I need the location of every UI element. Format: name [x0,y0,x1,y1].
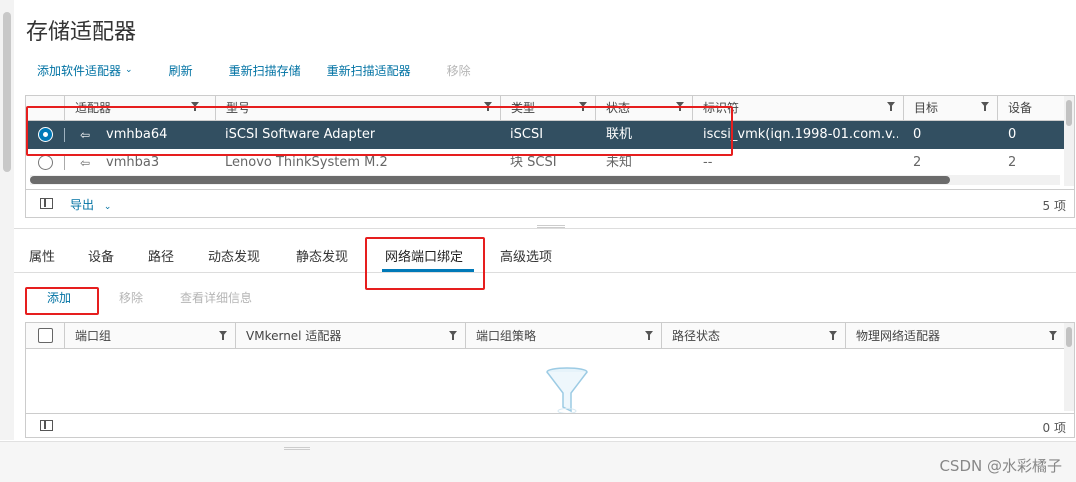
column-header-targets[interactable]: 目标 [903,96,997,121]
horizontal-scrollbar[interactable] [30,175,1060,185]
tabs-divider [14,272,1076,273]
item-count: 5 项 [1042,199,1066,213]
vertical-scrollbar[interactable] [1064,323,1074,411]
annotation-highlight-port-binding-tab [365,237,485,290]
devices-cell: 0 [1008,127,1017,142]
filter-icon[interactable] [981,102,989,112]
chevron-down-icon: ⌄ [103,202,112,212]
export-button[interactable]: 导出 ⌄ [70,196,111,213]
adapters-grid-footer: 导出 ⌄ 5 项 [26,189,1074,217]
filter-icon[interactable] [219,331,227,341]
column-header-port-group-policy[interactable]: 端口组策略 [465,323,661,349]
bottom-panel [0,441,1076,482]
toolbar: 添加软件适配器 ⌄ 刷新 重新扫描存储 重新扫描适配器 移除 [37,61,471,79]
column-header-vmkernel-adapter[interactable]: VMkernel 适配器 [235,323,465,349]
port-binding-grid-header: 端口组 VMkernel 适配器 端口组策略 路径状态 物理网络适配器 [26,323,1074,349]
divider [14,228,1076,229]
chevron-down-icon: ⌄ [125,65,133,75]
column-header-path-status[interactable]: 路径状态 [661,323,845,349]
tab-dynamic-discovery[interactable]: 动态发现 [208,246,260,265]
column-header-physical-adapter[interactable]: 物理网络适配器 [845,323,1065,349]
item-count: 0 项 [1042,421,1066,435]
tab-devices[interactable]: 设备 [88,246,114,265]
vertical-scrollbar-thumb[interactable] [1066,100,1072,126]
vertical-scrollbar-thumb[interactable] [1066,327,1072,347]
tab-advanced-options[interactable]: 高级选项 [500,246,552,265]
view-details-button[interactable]: 查看详细信息 [180,289,252,306]
filter-icon[interactable] [449,331,457,341]
column-toggle-icon[interactable] [40,198,53,209]
page-scrollbar-thumb[interactable] [3,12,11,172]
column-header-port-group[interactable]: 端口组 [64,323,235,349]
panel-resize-handle[interactable] [284,447,310,450]
select-all-checkbox[interactable] [38,328,53,343]
filter-icon[interactable] [829,331,837,341]
add-software-adapter-button[interactable]: 添加软件适配器 [37,62,121,79]
refresh-button[interactable]: 刷新 [169,62,193,79]
annotation-highlight-adapter-row [26,106,733,156]
horizontal-scrollbar-thumb[interactable] [30,176,950,184]
remove-button[interactable]: 移除 [447,62,471,79]
rescan-adapter-button[interactable]: 重新扫描适配器 [327,62,411,79]
targets-cell: 2 [913,155,922,170]
filter-icon[interactable] [645,331,653,341]
port-binding-grid-footer: 0 项 [26,413,1074,437]
page-scrollbar[interactable] [0,0,14,440]
column-divider [64,156,65,170]
devices-cell: 2 [1008,155,1017,170]
watermark: CSDN @水彩橘子 [939,457,1062,475]
page-title: 存储适配器 [26,20,137,45]
row-radio[interactable] [38,155,53,170]
tab-properties[interactable]: 属性 [29,246,55,265]
tab-static-discovery[interactable]: 静态发现 [296,246,348,265]
tab-paths[interactable]: 路径 [148,246,174,265]
column-header-devices[interactable]: 设备 [997,96,1064,121]
annotation-highlight-add-button [25,287,99,315]
filter-icon[interactable] [1049,331,1057,341]
rescan-storage-button[interactable]: 重新扫描存储 [229,62,301,79]
column-toggle-icon[interactable] [40,420,53,431]
port-binding-grid: 端口组 VMkernel 适配器 端口组策略 路径状态 物理网络适配器 0 项 [25,322,1075,438]
empty-filter-icon [546,367,588,414]
remove-binding-button[interactable]: 移除 [119,289,143,306]
targets-cell: 0 [913,127,922,142]
filter-icon[interactable] [887,102,895,112]
vertical-scrollbar[interactable] [1064,96,1074,186]
